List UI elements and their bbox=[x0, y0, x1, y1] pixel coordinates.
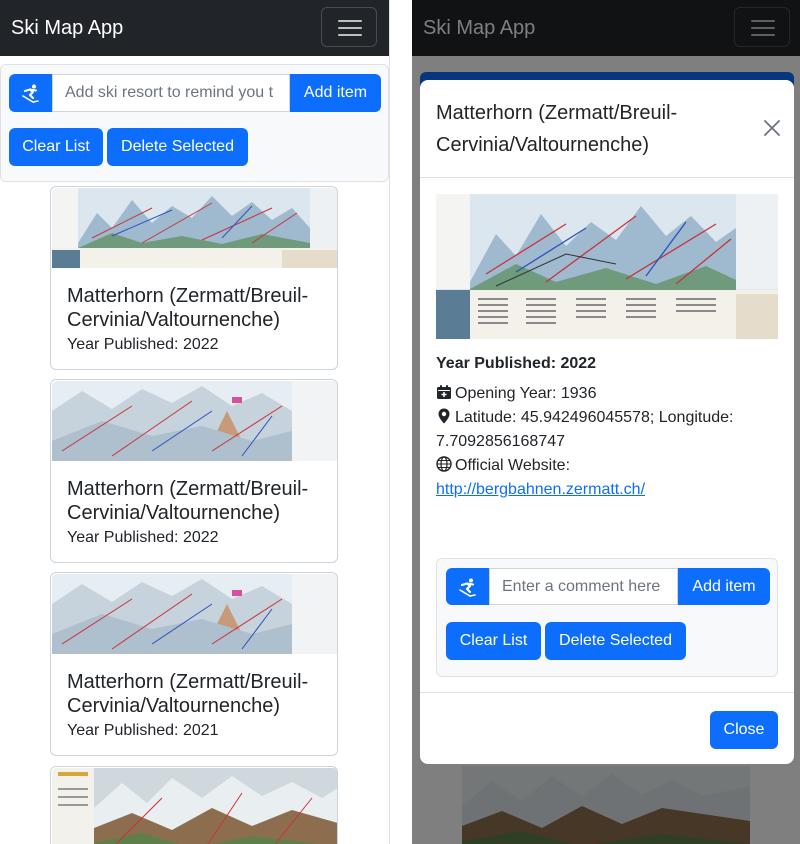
delete-selected-button[interactable]: Delete Selected bbox=[545, 622, 686, 660]
calendar-icon bbox=[436, 384, 452, 400]
modal-footer: Close bbox=[420, 692, 794, 764]
navbar-brand[interactable]: Ski Map App bbox=[11, 16, 123, 40]
add-item-button[interactable]: Add item bbox=[290, 74, 381, 112]
close-icon[interactable] bbox=[762, 118, 782, 138]
trail-map-image[interactable] bbox=[52, 768, 337, 844]
skier-icon bbox=[9, 74, 52, 112]
globe-icon bbox=[436, 456, 452, 472]
trail-map-image bbox=[436, 194, 778, 339]
clear-list-button[interactable]: Clear List bbox=[9, 128, 103, 166]
resort-title: Matterhorn (Zermatt/Breuil-Cervinia/Valt… bbox=[67, 671, 309, 717]
modal-title: Matterhorn (Zermatt/Breuil-Cervinia/Valt… bbox=[436, 102, 678, 156]
trail-map-image[interactable] bbox=[52, 381, 337, 461]
coordinates-row: Latitude: 45.942496045578; Longitude: 7.… bbox=[436, 406, 766, 454]
hamburger-icon bbox=[338, 20, 362, 22]
hamburger-icon-bar bbox=[338, 34, 362, 36]
website-row: Official Website: bbox=[436, 454, 570, 478]
website-link[interactable]: http://bergbahnen.zermatt.ch/ bbox=[436, 478, 645, 502]
comment-input[interactable]: Enter a comment here bbox=[489, 568, 678, 605]
year-published: Year Published: 2022 bbox=[436, 355, 597, 372]
navbar: Ski Map App bbox=[0, 0, 389, 56]
resort-title: Matterhorn (Zermatt/Breuil-Cervinia/Valt… bbox=[67, 285, 309, 331]
navbar-toggler-button[interactable] bbox=[321, 7, 377, 47]
add-resort-form: Add ski resort to remind you t Add item … bbox=[0, 64, 389, 182]
opening-year-row: Opening Year: 1936 bbox=[436, 382, 596, 406]
resort-card[interactable]: Matterhorn (Zermatt/Breuil-Cervinia/Valt… bbox=[50, 186, 338, 370]
skier-icon bbox=[446, 568, 489, 605]
year-published: Year Published: 2022 bbox=[67, 336, 219, 353]
add-item-button[interactable]: Add item bbox=[678, 568, 770, 605]
resort-card[interactable] bbox=[50, 766, 338, 844]
trail-map-image[interactable] bbox=[52, 574, 337, 654]
year-published: Year Published: 2021 bbox=[67, 722, 219, 739]
resort-card[interactable]: Matterhorn (Zermatt/Breuil-Cervinia/Valt… bbox=[50, 572, 338, 756]
modal-header: Matterhorn (Zermatt/Breuil-Cervinia/Valt… bbox=[420, 80, 794, 178]
delete-selected-button[interactable]: Delete Selected bbox=[107, 128, 248, 166]
year-published: Year Published: 2022 bbox=[67, 529, 219, 546]
main-view: Ski Map App Add ski resort to remind you… bbox=[0, 0, 390, 844]
hamburger-icon-bar bbox=[338, 27, 362, 29]
trail-map-image[interactable] bbox=[52, 188, 337, 268]
close-button[interactable]: Close bbox=[710, 711, 778, 749]
add-resort-input[interactable]: Add ski resort to remind you t bbox=[52, 74, 290, 112]
comment-form: Enter a comment here Add item Clear List… bbox=[436, 558, 778, 677]
opening-year: Opening Year: 1936 bbox=[455, 385, 597, 402]
clear-list-button[interactable]: Clear List bbox=[446, 622, 541, 660]
coordinates: Latitude: 45.942496045578; Longitude: 7.… bbox=[436, 409, 734, 450]
resort-detail-modal: Matterhorn (Zermatt/Breuil-Cervinia/Valt… bbox=[420, 80, 794, 764]
detail-view: Ski Map App Matterhorn (Zermatt/Breuil-C… bbox=[412, 0, 800, 844]
location-pin-icon bbox=[436, 408, 452, 424]
resort-card[interactable]: Matterhorn (Zermatt/Breuil-Cervinia/Valt… bbox=[50, 379, 338, 563]
website-label: Official Website: bbox=[455, 457, 571, 474]
resort-title: Matterhorn (Zermatt/Breuil-Cervinia/Valt… bbox=[67, 478, 309, 524]
